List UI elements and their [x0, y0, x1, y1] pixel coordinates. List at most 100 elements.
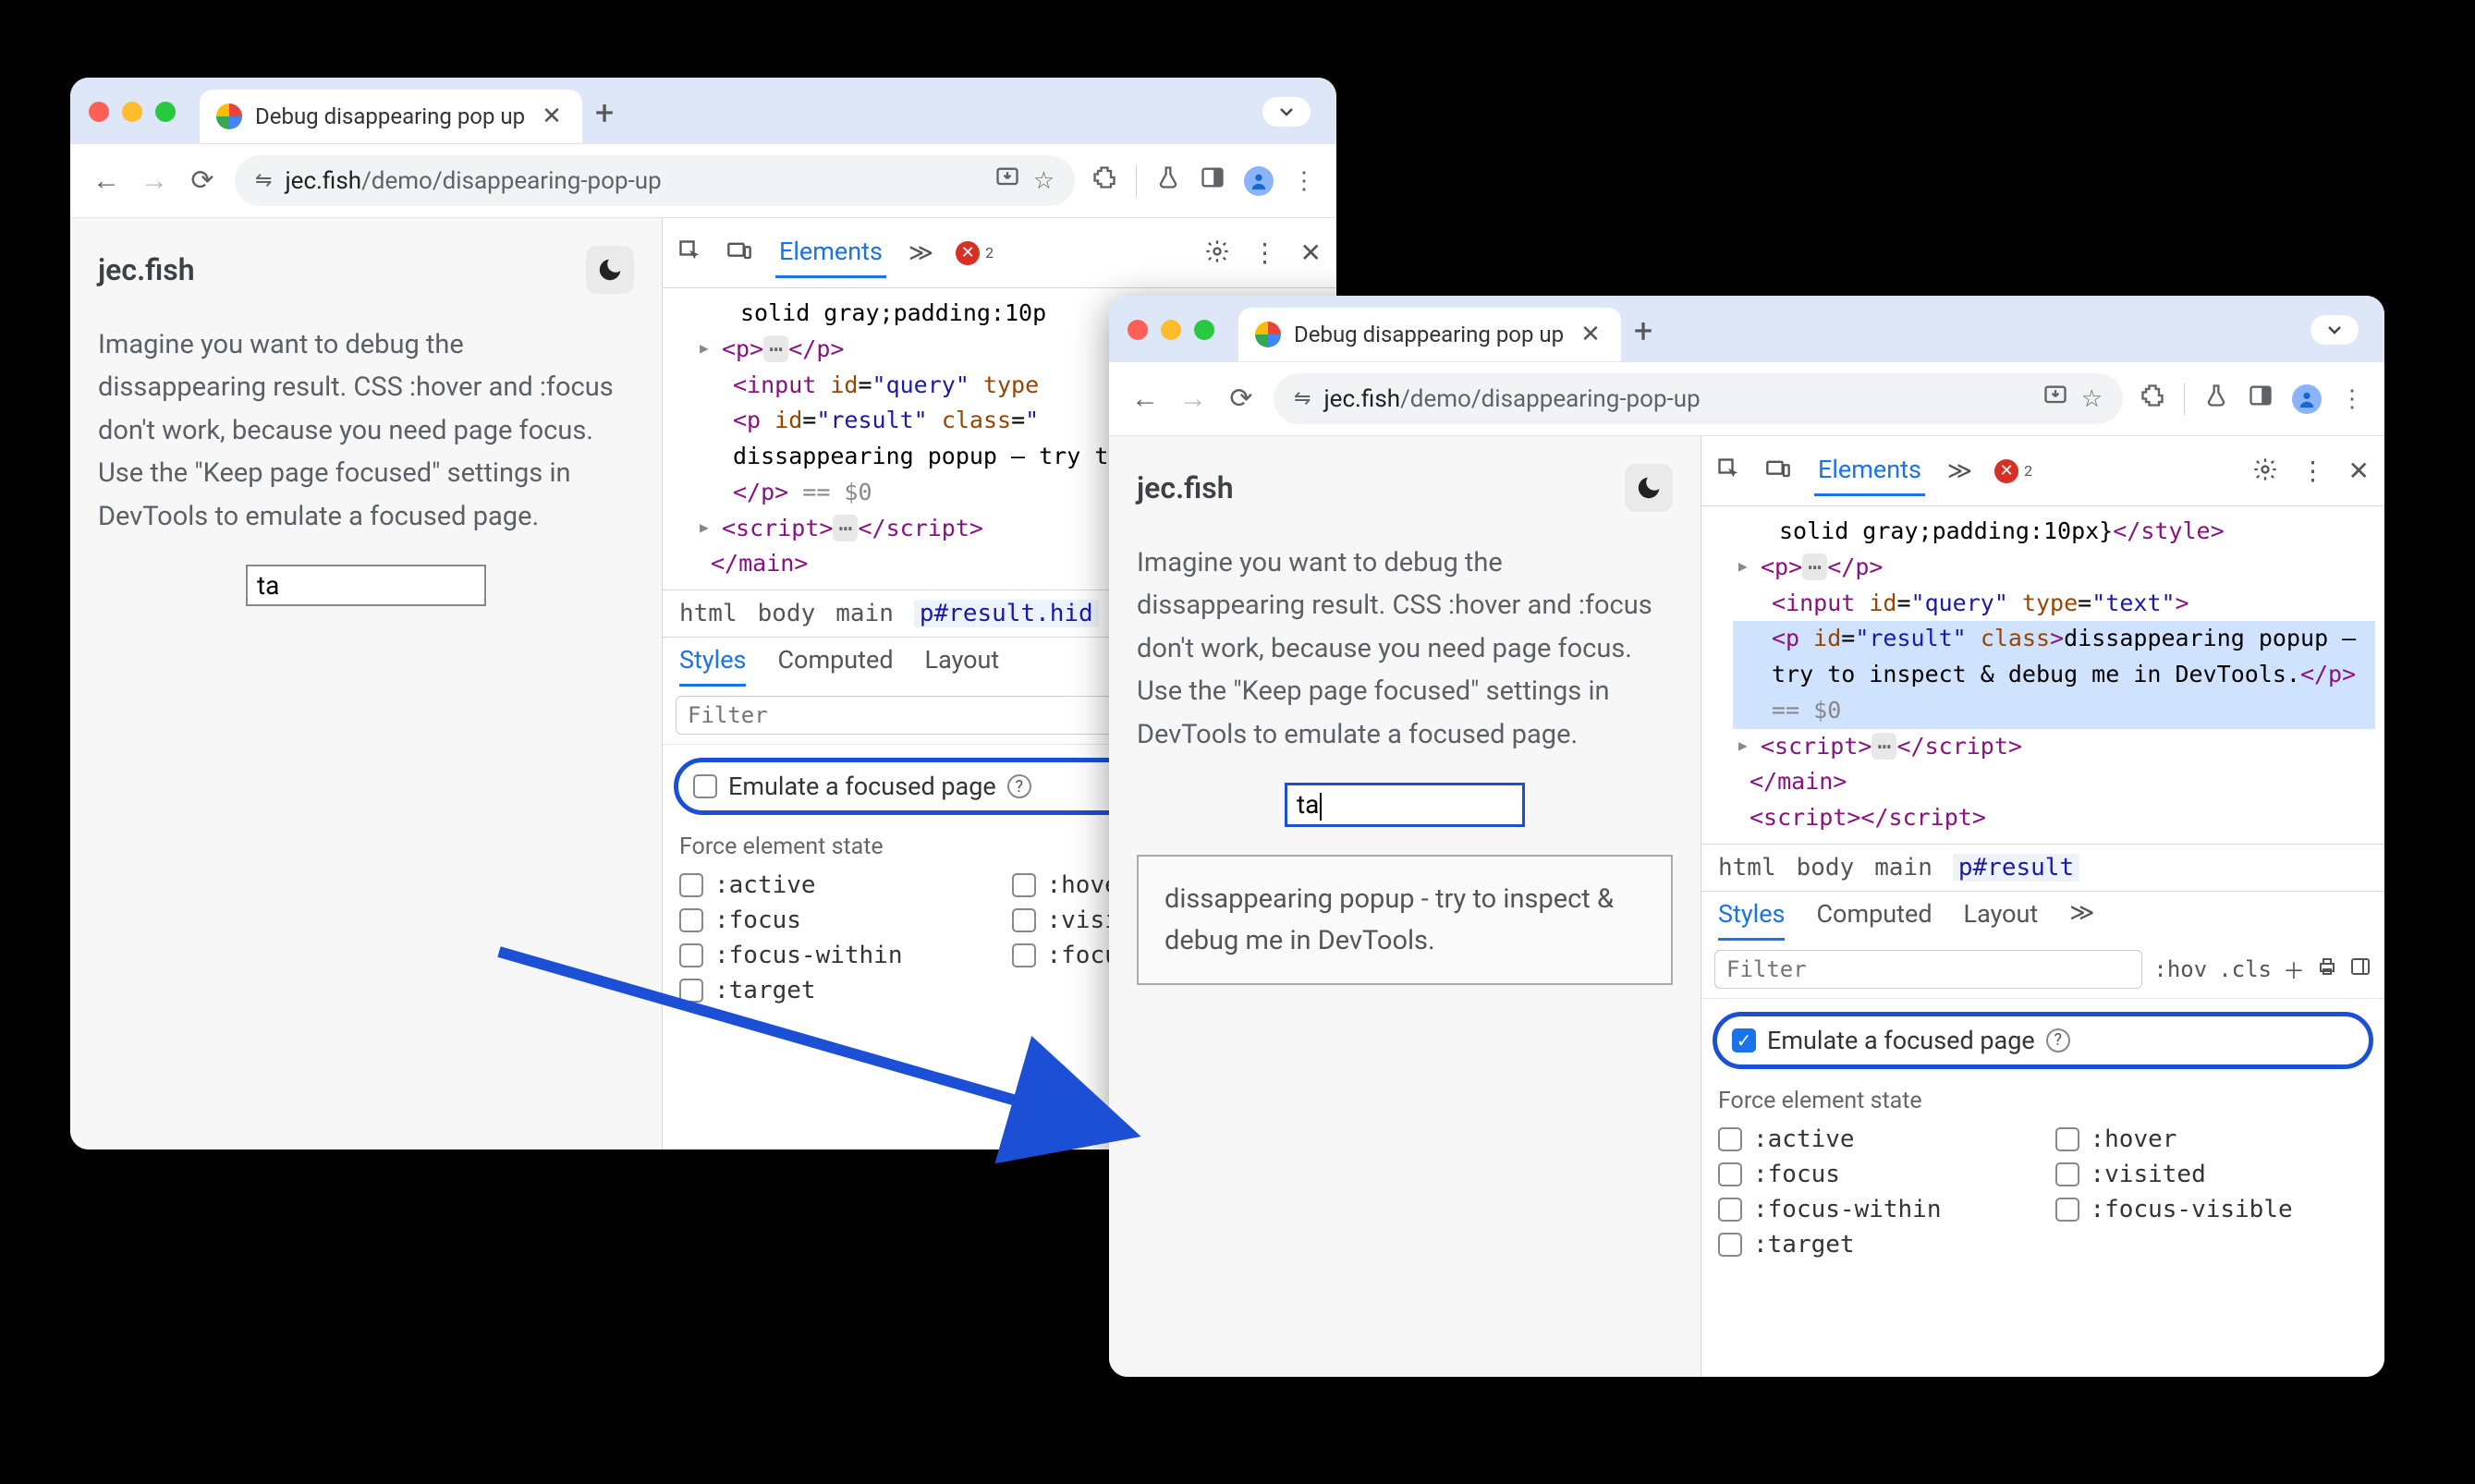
close-window-icon[interactable]: [89, 102, 109, 122]
kebab-icon[interactable]: ⋮: [2300, 456, 2326, 486]
state-target[interactable]: :target: [679, 977, 988, 1004]
bc-item[interactable]: main: [1874, 854, 1932, 882]
panel-icon[interactable]: [2248, 383, 2274, 415]
favicon-icon: [1255, 322, 1281, 347]
tab-elements[interactable]: Elements: [775, 227, 886, 278]
subtabs-more-icon[interactable]: ≫: [2069, 899, 2094, 941]
minimize-window-icon[interactable]: [122, 102, 142, 122]
close-tab-icon[interactable]: ✕: [538, 103, 566, 130]
browser-tab[interactable]: Debug disappearing pop up ✕: [200, 90, 582, 143]
minimize-window-icon[interactable]: [1161, 320, 1181, 340]
query-input[interactable]: ta: [246, 565, 486, 606]
profile-avatar-icon[interactable]: [1244, 166, 1274, 196]
install-icon[interactable]: [994, 164, 1020, 197]
bc-item[interactable]: body: [1797, 854, 1855, 882]
state-target[interactable]: :target: [1718, 1231, 2031, 1259]
kebab-icon[interactable]: ⋮: [1252, 237, 1278, 268]
error-counter[interactable]: ✕2: [956, 241, 994, 265]
subtab-layout[interactable]: Layout: [925, 645, 1000, 687]
settings-icon[interactable]: [2252, 456, 2278, 486]
dom-tree[interactable]: solid gray;padding:10px}</style> <p>⋯</p…: [1701, 506, 2384, 844]
bc-item[interactable]: body: [758, 600, 816, 627]
menu-icon[interactable]: ⋮: [1292, 167, 1316, 195]
tabs-overflow-button[interactable]: [2310, 315, 2359, 345]
state-active[interactable]: :active: [1718, 1125, 2031, 1153]
close-tab-icon[interactable]: ✕: [1577, 321, 1604, 348]
tabs-more-icon[interactable]: ≫: [908, 239, 933, 267]
print-icon[interactable]: [2316, 955, 2338, 983]
side-panel-icon[interactable]: [2349, 955, 2371, 983]
hov-toggle[interactable]: :hov: [2153, 956, 2207, 982]
site-settings-icon[interactable]: ⇋: [1294, 387, 1311, 410]
dark-mode-toggle[interactable]: [1625, 464, 1673, 512]
forward-button: →: [139, 164, 170, 197]
dark-mode-toggle[interactable]: [586, 246, 634, 294]
url-field[interactable]: ⇋ jec.fish/demo/disappearing-pop-up ☆: [235, 155, 1075, 206]
subtab-layout[interactable]: Layout: [1964, 899, 2039, 941]
cls-toggle[interactable]: .cls: [2218, 956, 2272, 982]
state-active[interactable]: :active: [679, 871, 988, 899]
bc-item[interactable]: html: [679, 600, 738, 627]
url-field[interactable]: ⇋ jec.fish/demo/disappearing-pop-up ☆: [1274, 373, 2123, 424]
bookmark-icon[interactable]: ☆: [1033, 167, 1055, 195]
state-focus-within[interactable]: :focus-within: [679, 942, 988, 969]
tab-elements[interactable]: Elements: [1814, 445, 1925, 496]
settings-icon[interactable]: [1204, 238, 1230, 268]
browser-tab[interactable]: Debug disappearing pop up ✕: [1238, 308, 1621, 361]
tabs-overflow-button[interactable]: [1262, 97, 1311, 127]
tabs-more-icon[interactable]: ≫: [1947, 457, 1972, 485]
subtab-styles[interactable]: Styles: [679, 645, 746, 687]
inspect-icon[interactable]: [1716, 456, 1742, 486]
close-devtools-icon[interactable]: ✕: [2348, 456, 2370, 486]
install-icon[interactable]: [2042, 383, 2068, 415]
bc-item[interactable]: p#result: [1953, 854, 2079, 882]
help-icon[interactable]: ?: [1007, 774, 1031, 798]
bc-item[interactable]: main: [835, 600, 894, 627]
error-counter[interactable]: ✕2: [1994, 459, 2032, 483]
extensions-icon[interactable]: [2140, 383, 2165, 415]
url-host: jec.fish: [1323, 385, 1400, 413]
back-button[interactable]: ←: [91, 164, 122, 197]
bc-item[interactable]: html: [1718, 854, 1776, 882]
menu-icon[interactable]: ⋮: [2340, 385, 2364, 413]
subtab-styles[interactable]: Styles: [1718, 899, 1785, 941]
state-hover[interactable]: :hover: [2055, 1125, 2369, 1153]
close-window-icon[interactable]: [1128, 320, 1148, 340]
breadcrumb[interactable]: html body main p#result: [1701, 844, 2384, 892]
state-focus-visible[interactable]: :focus-visible: [2055, 1196, 2369, 1223]
device-icon[interactable]: [1764, 456, 1792, 486]
subtab-computed[interactable]: Computed: [1816, 899, 1932, 941]
maximize-window-icon[interactable]: [1194, 320, 1214, 340]
emulate-focused-checkbox[interactable]: ✓: [1732, 1028, 1756, 1052]
state-focus[interactable]: :focus: [679, 906, 988, 934]
back-button[interactable]: ←: [1129, 383, 1161, 415]
state-focus[interactable]: :focus: [1718, 1161, 2031, 1188]
close-devtools-icon[interactable]: ✕: [1300, 237, 1322, 268]
site-settings-icon[interactable]: ⇋: [255, 169, 272, 192]
labs-icon[interactable]: [1155, 164, 1181, 197]
query-input[interactable]: ta: [1285, 783, 1525, 827]
extensions-icon[interactable]: [1091, 164, 1117, 197]
divider: [1136, 165, 1137, 197]
new-tab-button[interactable]: +: [1634, 311, 1652, 358]
bc-item[interactable]: p#result.hid: [914, 600, 1099, 627]
labs-icon[interactable]: [2203, 383, 2229, 415]
help-icon[interactable]: ?: [2046, 1028, 2070, 1052]
reload-button[interactable]: ⟳: [1225, 383, 1257, 415]
new-rule-icon[interactable]: ＋: [2283, 953, 2305, 985]
profile-avatar-icon[interactable]: [2292, 384, 2322, 414]
emulate-focused-row[interactable]: ✓ Emulate a focused page ?: [1713, 1012, 2373, 1069]
devtools-pane: Elements ≫ ✕2 ⋮ ✕ solid gray;padding:10p…: [1701, 436, 2384, 1377]
new-tab-button[interactable]: +: [595, 93, 614, 140]
styles-filter-input[interactable]: [1714, 950, 2142, 989]
panel-icon[interactable]: [1200, 164, 1225, 197]
maximize-window-icon[interactable]: [155, 102, 176, 122]
subtab-computed[interactable]: Computed: [777, 645, 893, 687]
inspect-icon[interactable]: [677, 238, 703, 268]
state-visited[interactable]: :visited: [2055, 1161, 2369, 1188]
bookmark-icon[interactable]: ☆: [2081, 385, 2103, 413]
state-focus-within[interactable]: :focus-within: [1718, 1196, 2031, 1223]
reload-button[interactable]: ⟳: [187, 164, 218, 197]
emulate-focused-checkbox[interactable]: [693, 774, 717, 798]
device-icon[interactable]: [725, 238, 753, 268]
